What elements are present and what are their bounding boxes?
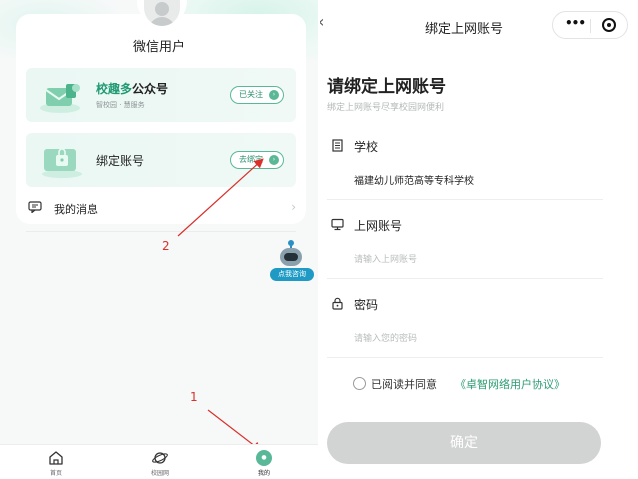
official-account-card[interactable]: 校趣多公众号 智校园 · 慧服务 已关注 › xyxy=(26,68,296,122)
agreement-text: 已阅读并同意 xyxy=(371,378,437,391)
agreement-radio[interactable] xyxy=(353,377,366,390)
annotation-step-1: 1 xyxy=(190,390,198,404)
official-account-illustration-icon xyxy=(40,84,80,113)
divider xyxy=(327,199,603,200)
user-agreement-link[interactable]: 《卓智网络用户协议》 xyxy=(455,376,565,392)
go-bind-button-label: 去绑定 xyxy=(239,155,263,164)
bind-account-screen: ‹ 绑定上网账号 ••• 请绑定上网账号 绑定上网账号尽享校园网便利 学校 福建… xyxy=(320,0,638,479)
my-messages-label: 我的消息 xyxy=(54,203,98,216)
official-account-subtitle: 智校园 · 慧服务 xyxy=(96,101,145,109)
arrow-right-icon: › xyxy=(269,155,279,165)
bind-account-card[interactable]: 绑定账号 去绑定 › xyxy=(26,133,296,187)
bind-account-title: 绑定账号 xyxy=(96,154,145,168)
tab-mine-label: 我的 xyxy=(257,470,270,477)
divider xyxy=(327,278,603,279)
annotation-step-2: 2 xyxy=(162,239,170,253)
assistant-widget[interactable]: 点我咨询 xyxy=(270,240,314,282)
planet-icon xyxy=(152,452,168,464)
tab-home-label: 首页 xyxy=(49,470,62,477)
avatar-placeholder-icon xyxy=(144,0,180,26)
my-messages-row[interactable]: 我的消息 › xyxy=(26,196,296,220)
school-label: 学校 xyxy=(354,140,379,154)
official-account-title-rest: 公众号 xyxy=(132,82,169,96)
arrow-right-icon: › xyxy=(269,90,279,100)
page-heading: 请绑定上网账号 xyxy=(327,77,446,97)
message-icon xyxy=(28,201,42,213)
monitor-icon xyxy=(331,218,344,231)
school-building-icon xyxy=(332,139,343,152)
password-input[interactable]: 请输入您的密码 xyxy=(354,331,417,344)
assistant-consult-label: 点我咨询 xyxy=(270,268,314,281)
robot-icon xyxy=(280,248,302,266)
profile-screen: 微信用户 校趣多公众号 智校园 · 慧服务 已关注 › 绑定账号 去绑定 › 我… xyxy=(0,0,318,479)
account-label: 上网账号 xyxy=(354,219,403,233)
divider xyxy=(327,357,603,358)
confirm-button[interactable]: 确定 xyxy=(327,422,601,464)
go-bind-button[interactable]: 去绑定 › xyxy=(230,151,284,169)
more-icon[interactable]: ••• xyxy=(565,16,586,30)
tab-mine[interactable]: ● 我的 xyxy=(234,447,294,479)
official-account-brand: 校趣多 xyxy=(96,82,133,96)
close-target-icon[interactable] xyxy=(602,18,616,32)
lock-icon xyxy=(332,297,343,310)
chevron-right-icon: › xyxy=(291,200,296,214)
password-label: 密码 xyxy=(354,298,379,312)
username: 微信用户 xyxy=(132,40,185,55)
profile-dot-icon: ● xyxy=(256,450,272,466)
divider xyxy=(26,231,296,232)
account-input[interactable]: 请输入上网账号 xyxy=(354,252,417,265)
mini-program-capsule: ••• xyxy=(552,11,628,39)
tab-campus-network-label: 校园网 xyxy=(150,470,169,477)
page-subheading: 绑定上网账号尽享校园网便利 xyxy=(327,103,445,113)
home-icon xyxy=(49,451,63,465)
bottom-tab-bar: 首页 校园网 ● 我的 xyxy=(0,444,318,479)
school-value[interactable]: 福建幼儿师范高等专科学校 xyxy=(354,172,474,187)
official-account-title: 校趣多公众号 xyxy=(96,80,168,97)
bind-account-illustration-icon xyxy=(42,148,82,178)
followed-button-label: 已关注 xyxy=(239,90,263,99)
followed-button[interactable]: 已关注 › xyxy=(230,86,284,104)
tab-campus-network[interactable]: 校园网 xyxy=(130,447,190,479)
tab-home[interactable]: 首页 xyxy=(26,447,86,479)
